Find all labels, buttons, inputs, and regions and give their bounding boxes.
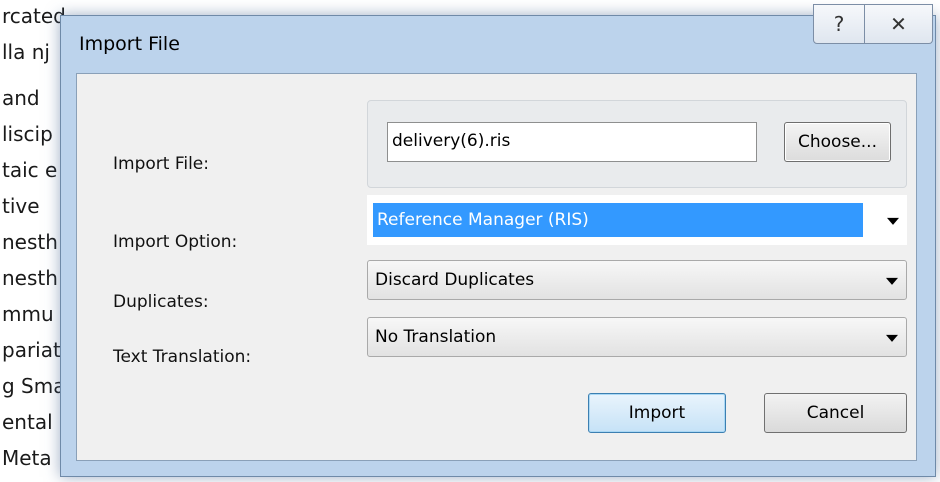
background-text-line: liscip <box>2 122 53 146</box>
background-text-line: and <box>2 86 40 110</box>
import-file-group: delivery(6).ris Choose... <box>367 100 907 188</box>
background-text-line: lla nj <box>2 40 50 64</box>
dialog-client-area: Import File: delivery(6).ris Choose... I… <box>76 73 917 461</box>
import-file-label: Import File: <box>113 154 209 174</box>
chevron-down-icon <box>886 277 898 285</box>
import-button[interactable]: Import <box>588 393 726 433</box>
dialog-title: Import File <box>79 33 180 55</box>
chevron-down-icon <box>887 217 899 225</box>
duplicates-value: Discard Duplicates <box>375 270 535 290</box>
help-icon: ? <box>833 12 845 36</box>
background-text-line: g Sma <box>2 374 66 398</box>
background-text-line: mmu <box>2 302 54 326</box>
import-option-value: Reference Manager (RIS) <box>373 203 863 237</box>
background-text-line: Meta <box>2 446 52 470</box>
background-text-line: taic e <box>2 158 58 182</box>
import-file-input[interactable]: delivery(6).ris <box>387 122 757 162</box>
text-translation-select[interactable]: No Translation <box>367 317 907 357</box>
text-translation-value: No Translation <box>375 327 497 347</box>
choose-button[interactable]: Choose... <box>784 122 891 162</box>
background-text-line: nesth <box>2 230 58 254</box>
help-button[interactable]: ? <box>813 4 865 44</box>
chevron-down-icon <box>886 334 898 342</box>
import-option-select[interactable]: Reference Manager (RIS) <box>367 195 907 245</box>
background-text-line: ental <box>2 410 53 434</box>
title-bar-buttons: ? ✕ <box>813 4 933 44</box>
duplicates-label: Duplicates: <box>113 292 209 312</box>
background-text-line: pariat <box>2 338 61 362</box>
duplicates-select[interactable]: Discard Duplicates <box>367 260 907 300</box>
close-button[interactable]: ✕ <box>865 4 933 44</box>
close-icon: ✕ <box>890 12 907 36</box>
import-option-label: Import Option: <box>113 232 238 252</box>
cancel-button[interactable]: Cancel <box>764 393 907 433</box>
background-text-line: tive <box>2 194 40 218</box>
background-text-line: nesth <box>2 266 58 290</box>
background-text-line: rcated <box>2 4 66 28</box>
text-translation-label: Text Translation: <box>113 347 252 367</box>
import-file-dialog: Import File ? ✕ Import File: delivery(6)… <box>60 4 936 477</box>
